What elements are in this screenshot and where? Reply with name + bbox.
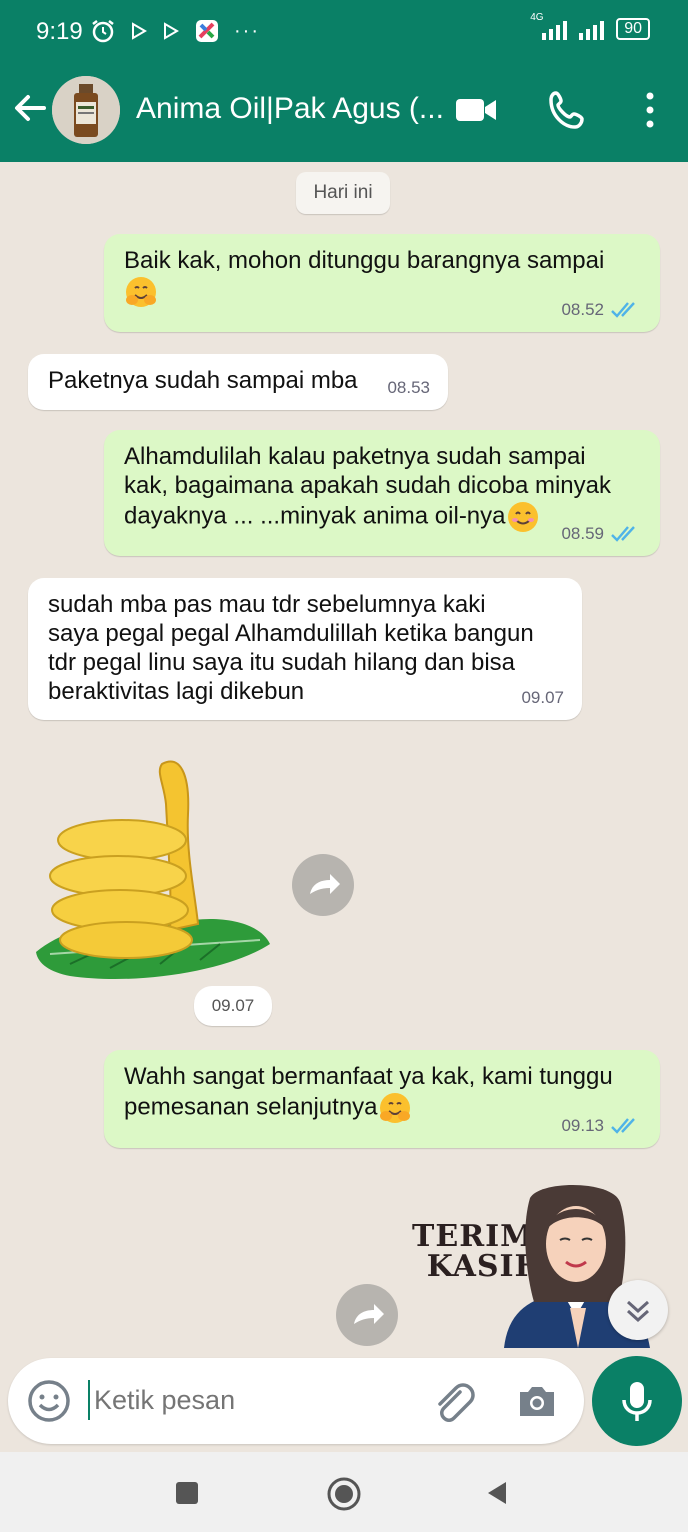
home-button[interactable] xyxy=(326,1476,362,1512)
message-composer xyxy=(8,1358,584,1444)
forward-button[interactable] xyxy=(336,1284,398,1346)
message-text-line: saya pegal pegal Alhamdulillah ketika ba… xyxy=(48,620,534,647)
message-text: Baik kak, mohon ditunggu barangnya sampa… xyxy=(124,247,605,274)
message-time: 09.13 xyxy=(561,1116,604,1135)
message-time: 08.59 xyxy=(561,524,604,543)
app-icon xyxy=(196,20,218,42)
forward-arrow-icon xyxy=(354,1304,384,1324)
message-text: Paketnya sudah sampai mba xyxy=(48,367,358,394)
status-system-icons: 4G 90 xyxy=(530,12,650,40)
alarm-icon xyxy=(92,20,114,43)
date-divider: Hari ini xyxy=(296,172,390,214)
message-incoming[interactable]: Paketnya sudah sampai mba 08.53 xyxy=(28,354,448,410)
message-text-line: Wahh sangat bermanfaat ya kak, kami tung… xyxy=(124,1063,613,1090)
status-notification-icons: ··· xyxy=(90,18,260,44)
more-notifications-icon: ··· xyxy=(234,19,260,42)
read-receipt-icon xyxy=(611,1117,635,1134)
network-type: 4G xyxy=(530,12,544,23)
message-incoming[interactable]: sudah mba pas mau tdr sebelumnya kaki sa… xyxy=(28,578,582,720)
scroll-to-bottom-button[interactable] xyxy=(608,1280,668,1340)
system-navigation-bar xyxy=(0,1452,688,1532)
message-text-line: sudah mba pas mau tdr sebelumnya kaki xyxy=(48,591,486,618)
status-bar: 9:19 ··· 4G 90 xyxy=(0,0,688,64)
hugging-face-emoji-icon xyxy=(126,277,156,307)
video-call-icon[interactable] xyxy=(454,90,498,130)
message-text-line: pemesanan selanjutnya xyxy=(124,1093,378,1121)
smiling-face-emoji-icon xyxy=(507,502,538,532)
read-receipt-icon xyxy=(611,525,635,542)
message-input[interactable] xyxy=(88,1380,408,1420)
signal-icon xyxy=(579,18,605,40)
forward-button[interactable] xyxy=(292,854,354,916)
camera-icon[interactable] xyxy=(514,1378,560,1424)
banana-thumbs-up-sticker[interactable] xyxy=(30,754,272,986)
more-options-icon[interactable] xyxy=(632,88,668,132)
message-outgoing[interactable]: Alhamdulilah kalau paketnya sudah sampai… xyxy=(104,430,660,556)
play-store-icon xyxy=(132,22,147,40)
double-chevron-down-icon xyxy=(626,1300,650,1323)
forward-arrow-icon xyxy=(310,874,340,894)
microphone-icon xyxy=(622,1382,652,1421)
voice-call-icon[interactable] xyxy=(546,88,590,132)
chat-header: Anima Oil|Pak Agus (... xyxy=(0,64,688,162)
signal-4g-icon: 4G xyxy=(530,12,568,40)
message-time: 09.07 xyxy=(521,688,564,707)
hugging-face-emoji-icon xyxy=(379,1093,410,1123)
read-receipt-icon xyxy=(611,301,635,318)
back-arrow-icon[interactable] xyxy=(10,88,50,128)
contact-avatar[interactable] xyxy=(52,76,120,144)
message-time: 08.53 xyxy=(387,378,430,397)
chat-messages[interactable]: Hari ini Baik kak, mohon ditunggu barang… xyxy=(0,162,688,1358)
paperclip-icon[interactable] xyxy=(430,1378,476,1424)
emoji-icon[interactable] xyxy=(26,1378,72,1424)
battery-icon: 90 xyxy=(616,18,650,40)
status-time: 9:19 xyxy=(36,18,83,45)
message-outgoing[interactable]: Baik kak, mohon ditunggu barangnya sampa… xyxy=(104,234,660,332)
play-store-icon-2 xyxy=(164,22,179,40)
voice-message-button[interactable] xyxy=(592,1356,682,1446)
back-button[interactable] xyxy=(484,1480,510,1506)
message-time: 08.52 xyxy=(561,300,604,319)
recent-apps-button[interactable] xyxy=(176,1482,198,1504)
message-text-line: dayaknya ... ...minyak anima oil-nya xyxy=(124,502,506,530)
product-bottle-image xyxy=(52,76,120,144)
message-outgoing[interactable]: Wahh sangat bermanfaat ya kak, kami tung… xyxy=(104,1050,660,1148)
contact-name[interactable]: Anima Oil|Pak Agus (... xyxy=(136,92,446,126)
sticker-time: 09.07 xyxy=(194,986,272,1026)
message-text-line: beraktivitas lagi dikebun xyxy=(48,678,305,705)
message-text-line: tdr pegal linu saya itu sudah hilang dan… xyxy=(48,649,515,676)
message-text-line: kak, bagaimana apakah sudah dicoba minya… xyxy=(124,472,611,499)
message-text-line: Alhamdulilah kalau paketnya sudah sampai xyxy=(124,443,586,470)
